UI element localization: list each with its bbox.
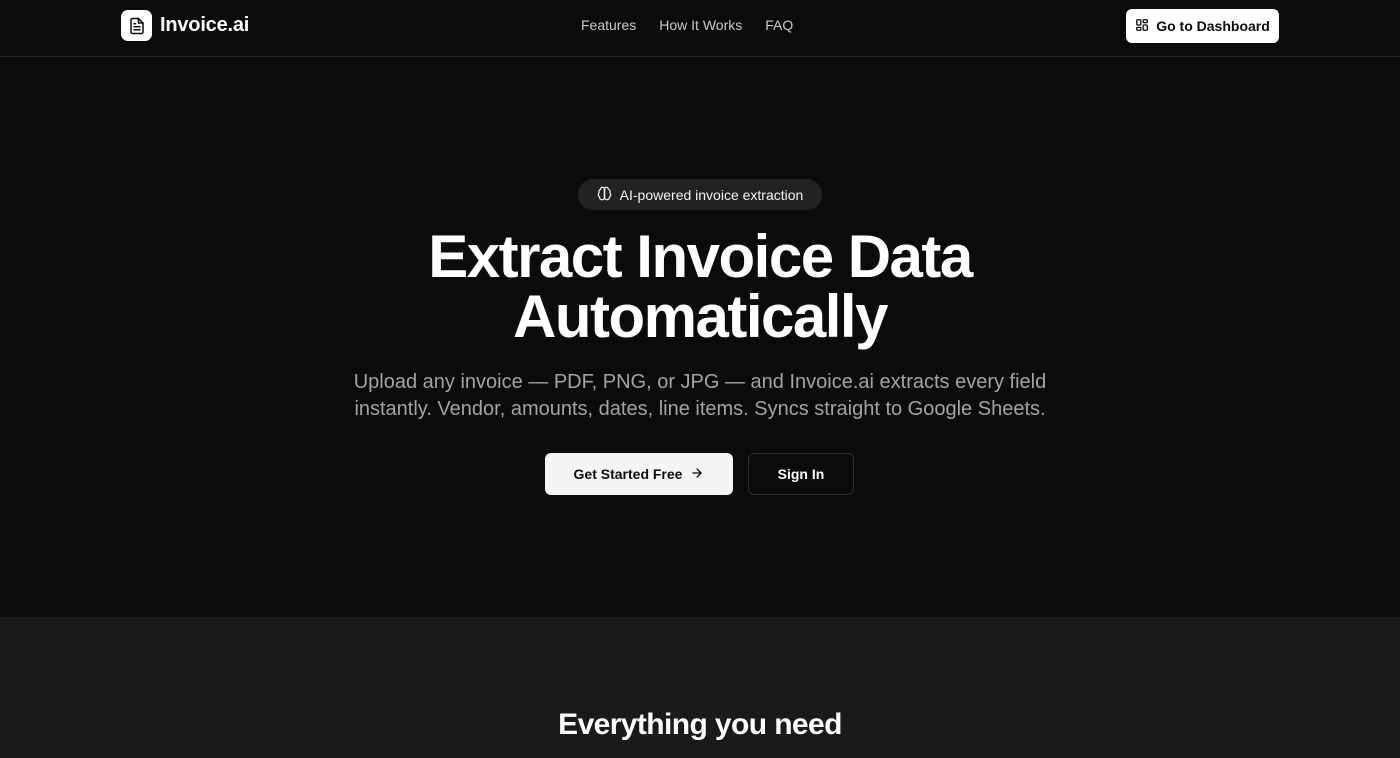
nav-link-faq[interactable]: FAQ — [765, 17, 793, 33]
get-started-button[interactable]: Get Started Free — [545, 453, 733, 495]
sign-in-button[interactable]: Sign In — [748, 453, 854, 495]
nav-link-how-it-works[interactable]: How It Works — [659, 17, 742, 33]
brand-link[interactable]: Invoice.ai — [121, 10, 249, 41]
arrow-right-icon — [690, 466, 704, 483]
brand-name: Invoice.ai — [160, 14, 250, 36]
grid-icon — [1135, 18, 1149, 35]
nav-links: Features How It Works FAQ — [581, 17, 793, 33]
hero-subtitle-line-1: Upload any invoice — PDF, PNG, or JPG — … — [353, 371, 1047, 393]
ai-badge: AI-powered invoice extraction — [578, 179, 822, 210]
get-started-label: Get Started Free — [573, 466, 683, 482]
hero-title-line-2: Automatically — [513, 283, 888, 350]
hero-title-line-1: Extract Invoice Data — [428, 223, 973, 290]
features-title: Everything you need — [558, 708, 842, 741]
features-section: Everything you need — [0, 617, 1400, 758]
nav-link-features[interactable]: Features — [581, 17, 636, 33]
ai-badge-label: AI-powered invoice extraction — [619, 186, 804, 203]
hero-section: AI-powered invoice extraction Extract In… — [0, 57, 1400, 617]
hero-title: Extract Invoice Data Automatically — [0, 227, 1400, 347]
go-to-dashboard-button[interactable]: Go to Dashboard — [1126, 9, 1279, 43]
go-to-dashboard-label: Go to Dashboard — [1156, 18, 1270, 34]
brain-icon — [597, 186, 612, 204]
cta-row: Get Started Free Sign In — [545, 453, 854, 495]
hero-subtitle: Upload any invoice — PDF, PNG, or JPG — … — [300, 369, 1100, 423]
hero-subtitle-line-2: instantly. Vendor, amounts, dates, line … — [354, 398, 1046, 420]
top-navbar: Invoice.ai Features How It Works FAQ Go … — [0, 0, 1400, 57]
document-icon — [121, 10, 152, 41]
